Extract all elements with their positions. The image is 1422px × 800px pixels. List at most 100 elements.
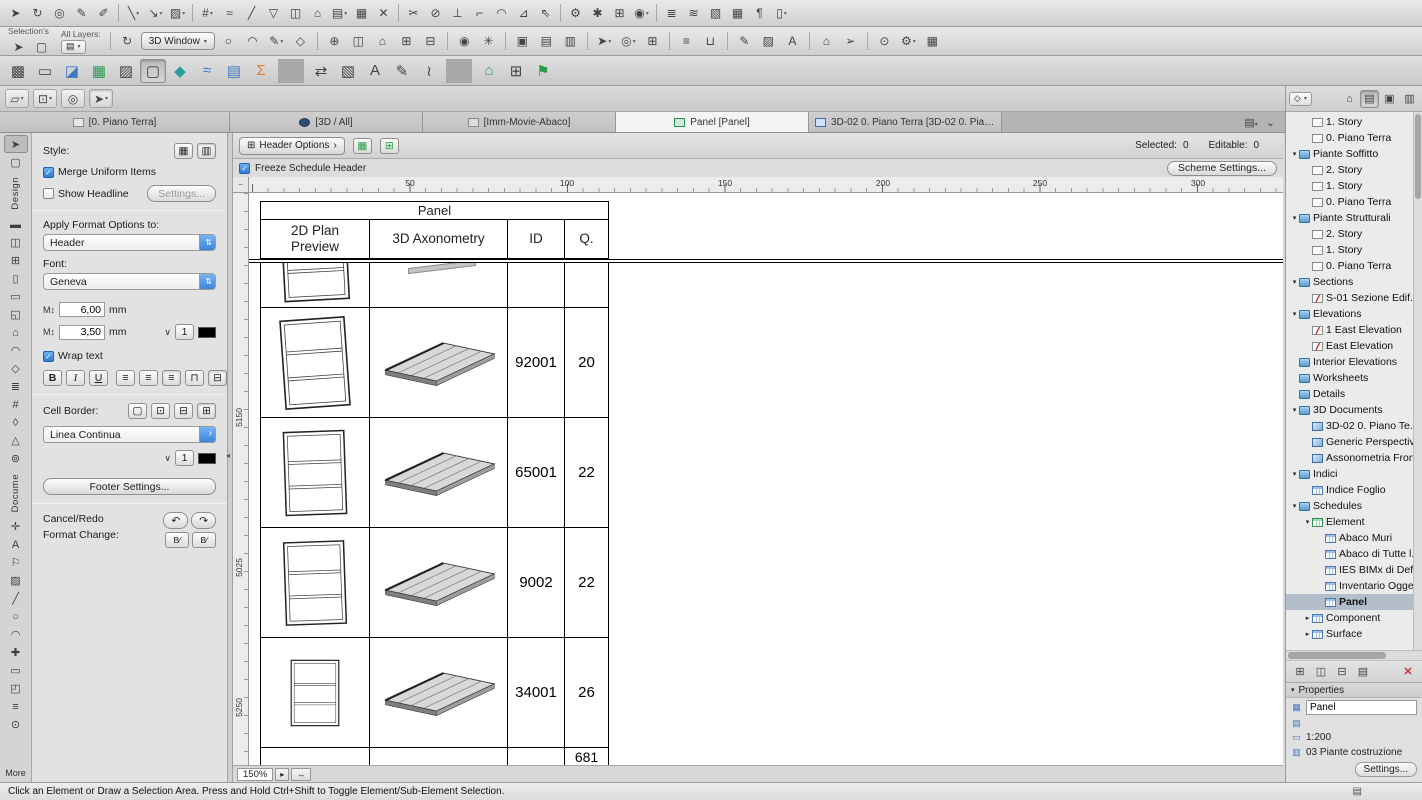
freeze-header-checkbox[interactable]: ✓: [239, 163, 250, 174]
beam-icon[interactable]: ⊟: [420, 31, 441, 51]
schedule-row[interactable]: 9002 22: [260, 528, 609, 638]
nav-item-2-story[interactable]: 2. Story: [1286, 162, 1422, 178]
group-icon[interactable]: ◫: [285, 3, 306, 23]
clone-folder-icon[interactable]: ⊟: [1334, 664, 1350, 680]
settings-gear-icon[interactable]: ⚙: [565, 3, 586, 23]
master-layout-icon[interactable]: ▥: [560, 31, 581, 51]
zoom-menu-icon[interactable]: ▸: [275, 768, 289, 781]
orbit-dropdown[interactable]: ◎: [618, 31, 639, 51]
home-view-icon[interactable]: ⌂: [476, 59, 502, 83]
merge-uniform-checkbox[interactable]: ✓: [43, 167, 54, 178]
wave-tool-icon[interactable]: ≈: [194, 59, 220, 83]
fill-pattern-dropdown[interactable]: ▨: [167, 3, 188, 23]
door-tool-icon[interactable]: ◫: [4, 234, 28, 252]
nav-item-ies-bimx[interactable]: IES BIMx di Def...: [1286, 562, 1422, 578]
italic-button[interactable]: I: [66, 370, 85, 386]
style-expanded-icon[interactable]: ▥: [197, 143, 216, 159]
arrow-style-dropdown[interactable]: ↘: [145, 3, 166, 23]
bold-button[interactable]: B: [43, 370, 62, 386]
nav-folder-elevations[interactable]: ▾ Elevations: [1286, 306, 1422, 322]
guide-line-icon[interactable]: ╱: [241, 3, 262, 23]
apply-scheme-icon[interactable]: ▦: [353, 138, 372, 154]
schedule-row[interactable]: 34001 26: [260, 638, 609, 748]
hotlink-icon[interactable]: ⌂: [307, 3, 328, 23]
nav-item-0-piano-terra[interactable]: 0. Piano Terra: [1286, 258, 1422, 274]
nav-folder-indici[interactable]: ▾ Indici: [1286, 466, 1422, 482]
rotate-dial-icon[interactable]: ◎: [61, 89, 85, 108]
railing-tool-icon[interactable]: #: [4, 396, 28, 414]
close-icon[interactable]: ✕: [373, 3, 394, 23]
dimension-tool-icon[interactable]: ✛: [4, 518, 28, 536]
spline-edit-icon[interactable]: ≀: [416, 59, 442, 83]
collapse-panel-icon[interactable]: ◂: [226, 451, 230, 460]
align-right-icon[interactable]: ≡: [162, 370, 181, 386]
text-tool-icon[interactable]: A: [4, 536, 28, 554]
border-none-icon[interactable]: ▢: [128, 403, 147, 419]
slab-preview-icon[interactable]: ◪: [59, 59, 85, 83]
diamond-tool-icon[interactable]: ◆: [167, 59, 193, 83]
polygon-tool-icon[interactable]: ◇: [290, 31, 311, 51]
pen-dropdown[interactable]: ✎: [266, 31, 287, 51]
nav-item-east-elevation[interactable]: East Elevation: [1286, 338, 1422, 354]
nav-folder-piante-strutturali[interactable]: ▾ Piante Strutturali: [1286, 210, 1422, 226]
text-art-icon[interactable]: A: [362, 59, 388, 83]
undo-format-button[interactable]: ↶: [163, 512, 188, 529]
valign-center-icon[interactable]: ⊟: [208, 370, 227, 386]
show-headline-checkbox[interactable]: [43, 188, 54, 199]
stretch-icon[interactable]: ⇖: [535, 3, 556, 23]
new-folder-icon[interactable]: ⊞: [1292, 664, 1308, 680]
text-block-icon[interactable]: ▭: [32, 59, 58, 83]
arc-tool-icon[interactable]: ◠: [242, 31, 263, 51]
schedule-row[interactable]: 65001 22: [260, 418, 609, 528]
ellipse-tool-icon[interactable]: ○: [218, 31, 239, 51]
options-gear-dropdown[interactable]: ⚙: [898, 31, 919, 51]
line-tool-icon[interactable]: ╱: [4, 590, 28, 608]
pen-weight-field[interactable]: 1: [175, 324, 194, 340]
publish-icon[interactable]: ➢: [840, 31, 861, 51]
column-header-q[interactable]: Q.: [565, 220, 608, 258]
adjust-icon[interactable]: ⊥: [447, 3, 468, 23]
note-icon[interactable]: ¶: [749, 3, 770, 23]
tab-3d-02-piano-terra[interactable]: 3D-02 0. Piano Terra [3D-02 0. Piano T..…: [809, 112, 1002, 132]
explore-tool-icon[interactable]: ◎: [49, 3, 70, 23]
tab-0-piano-terra[interactable]: [0. Piano Terra]: [0, 112, 230, 132]
magic-wand-icon[interactable]: ✱: [587, 3, 608, 23]
refresh-icon[interactable]: ↻: [117, 31, 138, 51]
disclosure-triangle-icon[interactable]: ▾: [1291, 686, 1295, 694]
scrollbar-thumb[interactable]: [1415, 114, 1421, 199]
arrow-tool-button[interactable]: ➤: [89, 89, 113, 108]
disclosure-triangle-icon[interactable]: ▾: [1303, 518, 1312, 526]
distribute-icon[interactable]: ≋: [683, 3, 704, 23]
camera-tool-icon[interactable]: ⊙: [4, 716, 28, 734]
nav-item-1-story[interactable]: 1. Story: [1286, 114, 1422, 130]
lock-icon[interactable]: ⊙: [874, 31, 895, 51]
selection-marquee-icon[interactable]: ▢: [31, 37, 52, 57]
nav-item-1-story[interactable]: 1. Story: [1286, 242, 1422, 258]
disclosure-triangle-icon[interactable]: ▾: [1290, 278, 1299, 286]
layer-settings-dropdown[interactable]: ▤: [329, 3, 350, 23]
window-tool-icon[interactable]: ⊞: [4, 252, 28, 270]
schedule-canvas[interactable]: Panel 2D Plan Preview 3D Axonometry ID Q…: [249, 193, 1283, 765]
selection-arrow-icon[interactable]: ➤: [8, 37, 29, 57]
disclosure-triangle-icon[interactable]: ▾: [1290, 502, 1299, 510]
view-settings-button[interactable]: Settings...: [1355, 762, 1417, 777]
tab-overflow-icon[interactable]: ▤▾: [1244, 116, 1257, 129]
nav-item-indice-foglio[interactable]: Indice Foglio: [1286, 482, 1422, 498]
schedule-grid-icon[interactable]: ▦: [86, 59, 112, 83]
layer-combination-value[interactable]: 03 Piante costruzione: [1306, 747, 1402, 758]
offset-icon[interactable]: ⌐: [469, 3, 490, 23]
beam-tool-icon[interactable]: ▭: [4, 288, 28, 306]
drawing-icon[interactable]: ▤: [536, 31, 557, 51]
figure-tool-icon[interactable]: ▭: [4, 662, 28, 680]
fit-width-icon[interactable]: ↔: [291, 768, 311, 781]
view-map-icon[interactable]: ▤: [1360, 90, 1379, 108]
arrow-dropdown[interactable]: ➤: [594, 31, 615, 51]
toolbox-more-label[interactable]: More: [5, 768, 26, 778]
properties-header[interactable]: ▾ Properties: [1286, 683, 1422, 698]
attributes-icon[interactable]: ▧: [705, 3, 726, 23]
nav-folder-worksheets[interactable]: Worksheets: [1286, 370, 1422, 386]
snap-grid-dropdown[interactable]: #: [197, 3, 218, 23]
text-style-icon[interactable]: A: [782, 31, 803, 51]
tab-imm-movie-abaco[interactable]: [Imm-Movie-Abaco]: [423, 112, 616, 132]
schedule-row[interactable]: [260, 262, 609, 308]
